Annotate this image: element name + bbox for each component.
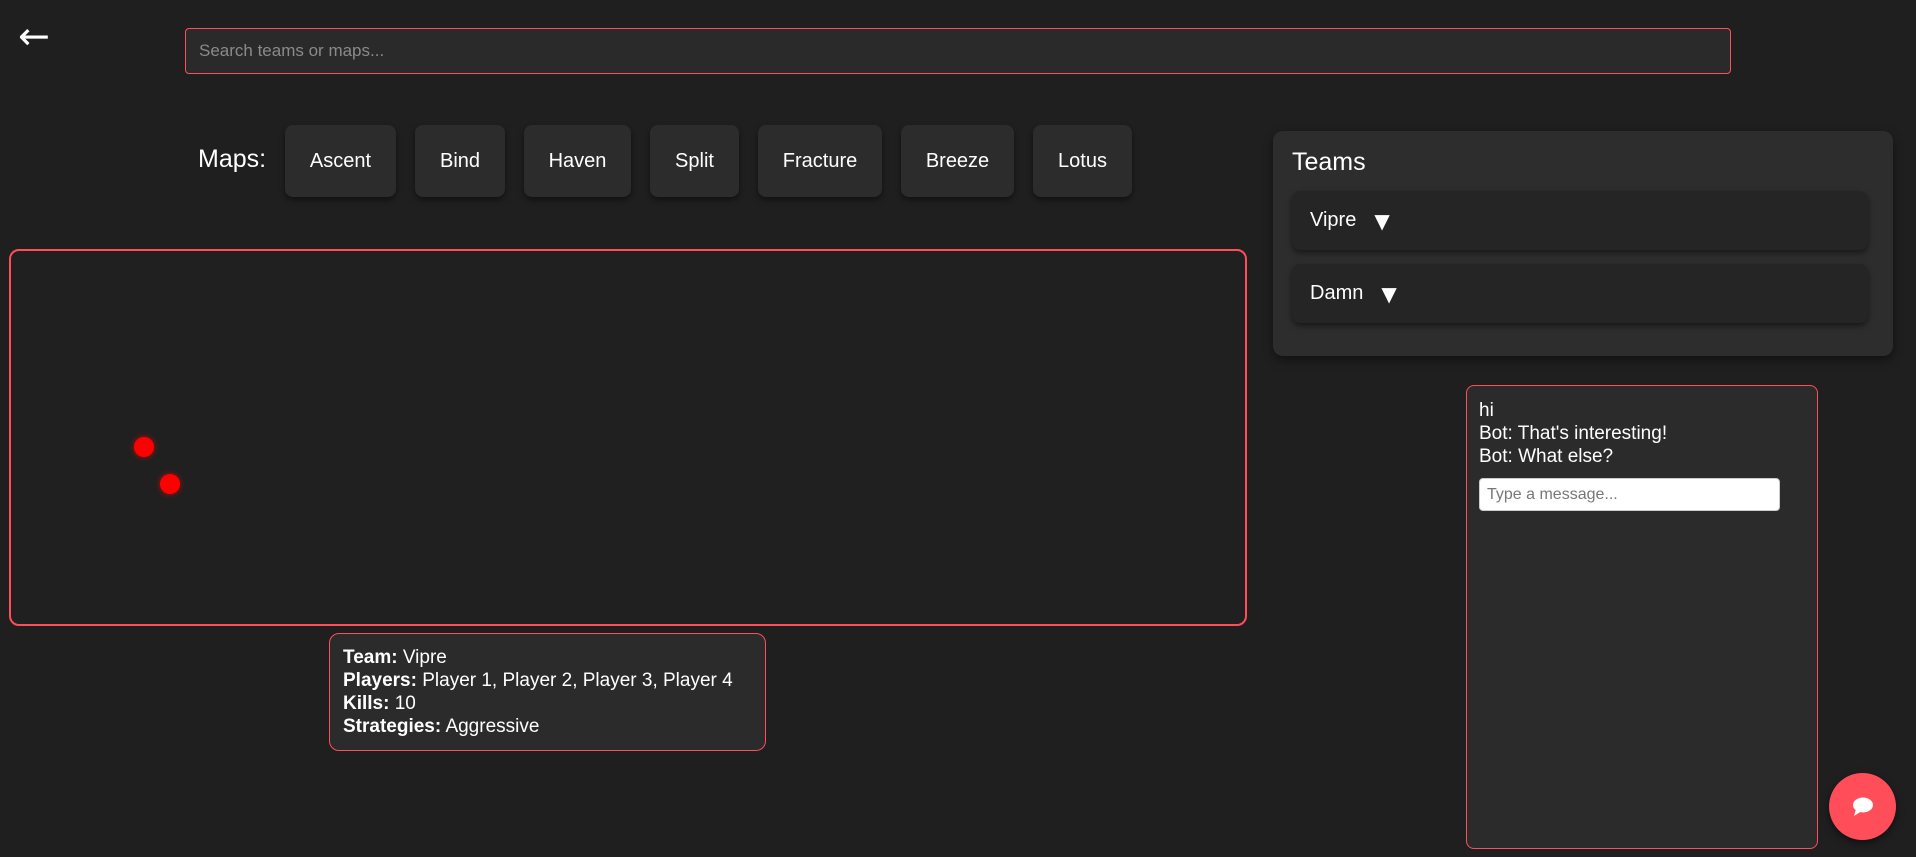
info-players-value: Player 1, Player 2, Player 3, Player 4 bbox=[422, 670, 733, 691]
info-kills-label: Kills: bbox=[343, 693, 390, 714]
map-button-bind[interactable]: Bind bbox=[415, 125, 505, 197]
map-button-lotus[interactable]: Lotus bbox=[1033, 125, 1132, 197]
team-name: Vipre bbox=[1310, 209, 1357, 231]
map-button-split[interactable]: Split bbox=[650, 125, 739, 197]
map-button-haven[interactable]: Haven bbox=[524, 125, 631, 197]
chat-message: Bot: What else? bbox=[1479, 446, 1614, 467]
map-marker[interactable] bbox=[160, 474, 180, 494]
teams-title: Teams bbox=[1292, 148, 1366, 176]
chat-toggle-button[interactable] bbox=[1829, 773, 1896, 840]
chat-message: Bot: That's interesting! bbox=[1479, 423, 1668, 444]
map-marker[interactable] bbox=[134, 437, 154, 457]
info-strategies-row: Strategies: Aggressive bbox=[343, 715, 752, 738]
map-button-ascent[interactable]: Ascent bbox=[285, 125, 396, 197]
team-info-card: Team: Vipre Players: Player 1, Player 2,… bbox=[329, 633, 766, 751]
teams-panel: Teams Vipre ▼ Damn ▼ bbox=[1273, 131, 1893, 356]
chevron-down-icon: ▼ bbox=[1374, 208, 1390, 233]
chevron-down-icon: ▼ bbox=[1381, 281, 1397, 306]
chat-message-input[interactable] bbox=[1479, 478, 1780, 511]
info-players-label: Players: bbox=[343, 670, 417, 691]
info-team-value: Vipre bbox=[402, 647, 447, 668]
team-name: Damn bbox=[1310, 282, 1364, 304]
map-button-breeze[interactable]: Breeze bbox=[901, 125, 1014, 197]
search-input[interactable] bbox=[185, 28, 1731, 74]
chat-bubble-icon bbox=[1852, 797, 1873, 816]
team-item-vipre[interactable]: Vipre ▼ bbox=[1292, 191, 1868, 250]
chat-window: hi Bot: That's interesting! Bot: What el… bbox=[1466, 385, 1818, 849]
team-item-damn[interactable]: Damn ▼ bbox=[1292, 264, 1868, 323]
info-strategies-label: Strategies: bbox=[343, 716, 442, 737]
maps-label: Maps: bbox=[198, 145, 267, 173]
map-canvas[interactable] bbox=[9, 249, 1247, 626]
info-strategies-value: Aggressive bbox=[445, 716, 540, 737]
info-kills-row: Kills: 10 bbox=[343, 692, 752, 715]
map-button-fracture[interactable]: Fracture bbox=[758, 125, 882, 197]
chat-message: hi bbox=[1479, 400, 1494, 421]
back-arrow-icon[interactable]: ← bbox=[18, 12, 50, 60]
info-team-row: Team: Vipre bbox=[343, 646, 752, 669]
info-players-row: Players: Player 1, Player 2, Player 3, P… bbox=[343, 669, 752, 692]
info-kills-value: 10 bbox=[394, 693, 416, 714]
info-team-label: Team: bbox=[343, 647, 398, 668]
